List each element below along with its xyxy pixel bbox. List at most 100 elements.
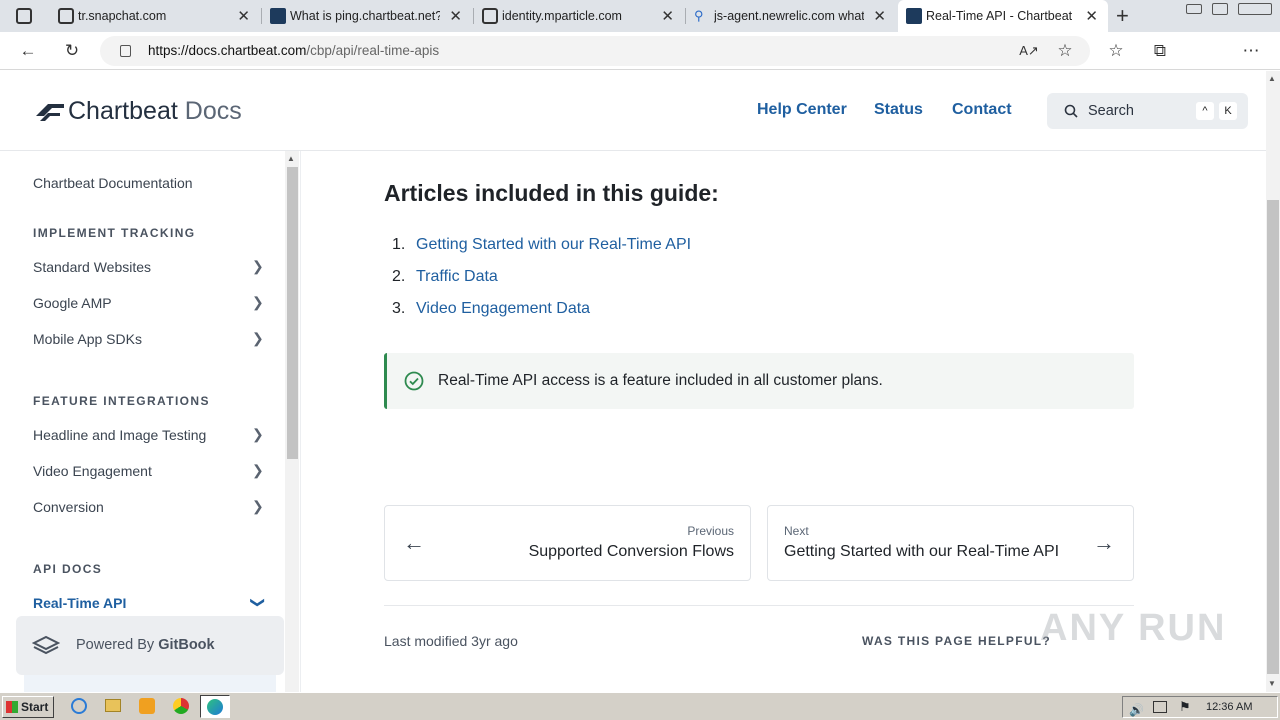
start-button[interactable]: Start	[2, 696, 54, 718]
scroll-up-arrow[interactable]: ▲	[287, 154, 295, 163]
tab-title: Real-Time API - Chartbeat D	[926, 9, 1076, 23]
list-number: 2.	[392, 268, 406, 285]
refresh-icon[interactable]: ↻	[62, 41, 82, 61]
previous-title: Supported Conversion Flows	[528, 543, 734, 560]
arrow-right-icon: →	[1093, 530, 1115, 555]
hint-text: Real-Time API access is a feature includ…	[438, 372, 883, 389]
favorites-icon[interactable]: ☆	[1106, 41, 1126, 61]
arrow-left-icon: ←	[403, 530, 425, 555]
next-label: Next	[784, 524, 809, 538]
sidebar-item-standard-websites[interactable]: Standard Websites	[33, 259, 151, 275]
tab-actions-icon[interactable]	[16, 8, 32, 24]
search-icon	[1064, 104, 1078, 118]
chartbeat-icon	[906, 8, 922, 24]
tab-title: tr.snapchat.com	[78, 9, 167, 23]
site-header: Chartbeat Docs Help Center Status Contact…	[0, 71, 1266, 151]
list-number: 3.	[392, 300, 406, 317]
restore-icon[interactable]	[1212, 3, 1228, 15]
more-menu-icon[interactable]: ⋯	[1241, 41, 1261, 61]
system-tray: 🔊 ⚑ 12:36 AM	[1122, 696, 1278, 718]
close-icon[interactable]: ✕	[873, 7, 886, 25]
nav-contact[interactable]: Contact	[952, 101, 1012, 119]
kbd-k: K	[1219, 102, 1237, 120]
sidebar-item-google-amp[interactable]: Google AMP	[33, 295, 112, 311]
sidebar-item-label: Real-Time API	[33, 595, 127, 611]
chevron-right-icon[interactable]: ❯	[252, 426, 264, 443]
chevron-right-icon[interactable]: ❯	[252, 462, 264, 479]
next-title: Getting Started with our Real-Time API	[784, 543, 1060, 560]
anyrun-watermark: ANY RUN	[1040, 607, 1227, 649]
minimize-icon[interactable]	[1186, 4, 1202, 14]
sidebar-section-implement-tracking: IMPLEMENT TRACKING	[33, 226, 196, 240]
new-tab-button[interactable]: +	[1116, 3, 1129, 29]
ie-icon[interactable]	[71, 698, 87, 714]
sidebar-item-conversion[interactable]: Conversion	[33, 499, 104, 515]
next-page-card[interactable]: Next Getting Started with our Real-Time …	[767, 505, 1134, 581]
search-button[interactable]: Search ^ K	[1047, 93, 1248, 129]
read-aloud-icon[interactable]: A↗	[1019, 41, 1039, 61]
close-icon[interactable]: ✕	[1085, 7, 1098, 25]
previous-page-card[interactable]: ← Previous Supported Conversion Flows	[384, 505, 751, 581]
folder-icon[interactable]	[105, 699, 121, 712]
tab-title: What is ping.chartbeat.net?	[290, 9, 440, 23]
chevron-right-icon[interactable]: ❯	[252, 294, 264, 311]
lock-icon[interactable]	[120, 45, 131, 57]
search-placeholder: Search	[1088, 103, 1134, 119]
sidebar-item-chartbeat-documentation[interactable]: Chartbeat Documentation	[33, 175, 193, 191]
tab-snapchat[interactable]: tr.snapchat.com ✕	[50, 0, 260, 32]
windows-logo-icon	[6, 701, 18, 713]
sidebar-scroll-thumb[interactable]	[287, 167, 298, 459]
network-icon[interactable]	[1153, 701, 1167, 713]
media-player-icon[interactable]	[139, 698, 155, 714]
logo-brand: Chartbeat	[68, 97, 178, 125]
tab-title: js-agent.newrelic.com what	[714, 9, 864, 23]
chrome-icon[interactable]	[173, 698, 189, 714]
collections-icon[interactable]: ⧉	[1150, 41, 1170, 61]
tab-newrelic[interactable]: ⚲ js-agent.newrelic.com what ✕	[686, 0, 896, 32]
sidebar-section-feature-integrations: FEATURE INTEGRATIONS	[33, 394, 210, 408]
tab-ping-chartbeat[interactable]: What is ping.chartbeat.net? ✕	[262, 0, 472, 32]
article-link-video-engagement[interactable]: Video Engagement Data	[416, 300, 590, 318]
add-favorite-icon[interactable]: ☆	[1055, 41, 1075, 61]
check-circle-icon	[404, 371, 424, 391]
powered-brand: GitBook	[158, 637, 215, 653]
edge-taskbar-button[interactable]	[200, 695, 230, 718]
article-link-getting-started[interactable]: Getting Started with our Real-Time API	[416, 236, 691, 254]
clock[interactable]: 12:36 AM	[1206, 697, 1252, 717]
tab-real-time-api[interactable]: Real-Time API - Chartbeat D ✕	[898, 0, 1108, 32]
kbd-ctrl: ^	[1196, 102, 1214, 120]
sidebar: Chartbeat Documentation IMPLEMENT TRACKI…	[0, 151, 301, 692]
list-number: 1.	[392, 236, 406, 253]
back-arrow-icon[interactable]: ←	[18, 41, 38, 61]
helpful-prompt: WAS THIS PAGE HELPFUL?	[862, 634, 1052, 648]
powered-by-gitbook[interactable]: Powered By GitBook	[16, 616, 284, 675]
close-icon[interactable]: ✕	[449, 7, 462, 25]
sidebar-item-headline-image-testing[interactable]: Headline and Image Testing	[33, 427, 206, 443]
hint-box: Real-Time API access is a feature includ…	[384, 353, 1134, 409]
page-scroll-thumb[interactable]	[1267, 200, 1279, 674]
chevron-right-icon[interactable]: ❯	[252, 330, 264, 347]
chevron-right-icon[interactable]: ❯	[252, 258, 264, 275]
chevron-right-icon[interactable]: ❯	[252, 498, 264, 515]
url-field[interactable]: https://docs.chartbeat.com/cbp/api/real-…	[100, 36, 1090, 66]
footer-divider	[384, 605, 1134, 606]
powered-prefix: Powered By	[76, 637, 155, 653]
close-icon[interactable]: ✕	[661, 7, 674, 25]
close-icon[interactable]: ✕	[237, 7, 250, 25]
start-label: Start	[21, 700, 49, 714]
article-link-traffic-data[interactable]: Traffic Data	[416, 268, 498, 286]
flag-icon[interactable]: ⚑	[1179, 697, 1191, 717]
chevron-down-icon[interactable]: ❯	[249, 597, 266, 609]
volume-icon[interactable]: 🔊	[1129, 700, 1144, 720]
site-logo[interactable]: Chartbeat Docs	[34, 97, 242, 126]
scroll-up-arrow[interactable]: ▲	[1268, 74, 1276, 83]
taskbar: Start 🔊 ⚑ 12:36 AM	[0, 692, 1280, 720]
nav-status[interactable]: Status	[874, 101, 923, 119]
url-path: /cbp/api/real-time-apis	[306, 43, 440, 58]
nav-help-center[interactable]: Help Center	[757, 101, 847, 119]
scroll-down-arrow[interactable]: ▼	[1268, 679, 1276, 688]
window-close-icon[interactable]	[1238, 3, 1272, 15]
sidebar-item-video-engagement[interactable]: Video Engagement	[33, 463, 152, 479]
sidebar-item-mobile-app-sdks[interactable]: Mobile App SDKs	[33, 331, 142, 347]
tab-mparticle[interactable]: identity.mparticle.com ✕	[474, 0, 684, 32]
